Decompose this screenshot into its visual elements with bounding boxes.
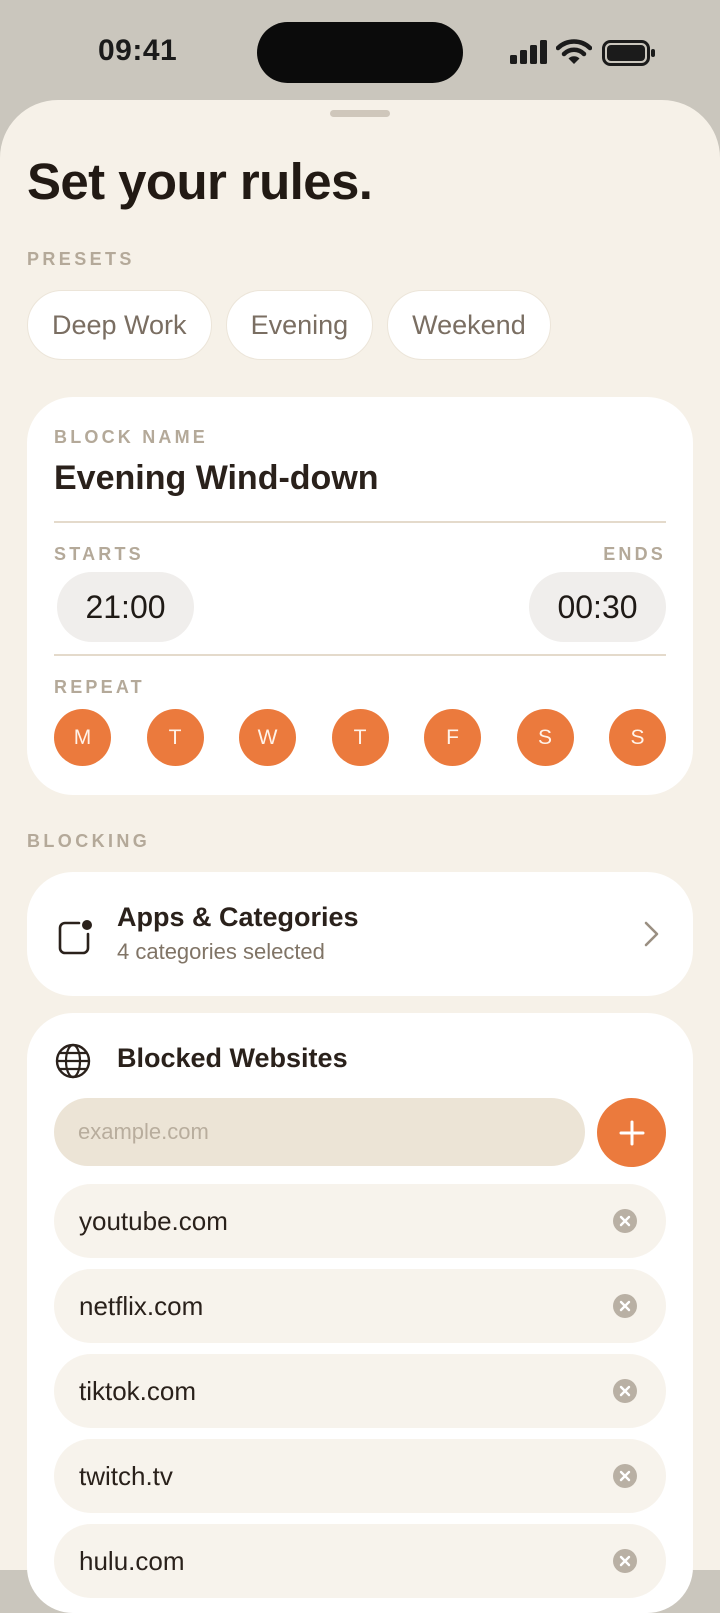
dynamic-island bbox=[257, 22, 463, 83]
globe-icon bbox=[55, 1043, 91, 1079]
website-input[interactable] bbox=[54, 1098, 585, 1166]
blocked-websites-card: Blocked Websites youtube.com netflix.com… bbox=[27, 1013, 693, 1613]
block-card: BLOCK NAME Evening Wind-down STARTS ENDS… bbox=[27, 397, 693, 795]
day-toggle-monday[interactable]: M bbox=[54, 709, 111, 766]
website-label: youtube.com bbox=[79, 1206, 228, 1236]
block-name-label: BLOCK NAME bbox=[54, 427, 208, 447]
rules-sheet: Set your rules. PRESETS Deep Work Evenin… bbox=[0, 100, 720, 1613]
website-label: netflix.com bbox=[79, 1291, 204, 1321]
blocking-label: BLOCKING bbox=[27, 831, 151, 851]
starts-label: STARTS bbox=[54, 544, 144, 564]
preset-list: Deep Work Evening Weekend bbox=[27, 290, 551, 360]
wifi-icon bbox=[556, 39, 592, 64]
blocked-websites-title: Blocked Websites bbox=[117, 1043, 348, 1073]
divider bbox=[54, 521, 666, 523]
remove-website-icon[interactable] bbox=[612, 1208, 638, 1234]
divider bbox=[54, 654, 666, 656]
remove-website-icon[interactable] bbox=[612, 1293, 638, 1319]
website-item-hulu: hulu.com bbox=[54, 1524, 666, 1598]
website-item-netflix: netflix.com bbox=[54, 1269, 666, 1343]
website-label: twitch.tv bbox=[79, 1461, 173, 1491]
page-title: Set your rules. bbox=[27, 153, 373, 210]
repeat-days: M T W T F S S bbox=[54, 709, 666, 766]
apps-title: Apps & Categories bbox=[117, 902, 359, 932]
website-label: hulu.com bbox=[79, 1546, 185, 1576]
battery-icon bbox=[602, 40, 655, 66]
apps-categories-row[interactable]: Apps & Categories 4 categories selected bbox=[27, 872, 693, 996]
website-item-tiktok: tiktok.com bbox=[54, 1354, 666, 1428]
cellular-signal-icon bbox=[510, 40, 547, 64]
website-label: tiktok.com bbox=[79, 1376, 197, 1406]
day-toggle-saturday[interactable]: S bbox=[516, 709, 574, 766]
website-item-twitch: twitch.tv bbox=[54, 1439, 666, 1513]
chevron-right-icon bbox=[644, 921, 659, 947]
day-toggle-wednesday[interactable]: W bbox=[239, 709, 296, 766]
remove-website-icon[interactable] bbox=[612, 1378, 638, 1404]
apps-subtitle: 4 categories selected bbox=[117, 939, 325, 964]
preset-evening[interactable]: Evening bbox=[225, 290, 374, 360]
end-time-picker[interactable]: 00:30 bbox=[529, 572, 666, 642]
day-toggle-tuesday[interactable]: T bbox=[146, 709, 204, 766]
start-time-picker[interactable]: 21:00 bbox=[57, 572, 194, 642]
presets-label: PRESETS bbox=[27, 249, 135, 269]
block-name-field[interactable]: Evening Wind-down bbox=[54, 459, 379, 498]
day-toggle-sunday[interactable]: S bbox=[609, 709, 666, 766]
remove-website-icon[interactable] bbox=[612, 1548, 638, 1574]
status-time: 09:41 bbox=[98, 34, 178, 67]
ends-label: ENDS bbox=[603, 544, 666, 564]
add-website-button[interactable] bbox=[597, 1098, 666, 1167]
preset-weekend[interactable]: Weekend bbox=[387, 290, 551, 360]
repeat-label: REPEAT bbox=[54, 677, 145, 697]
preset-deep-work[interactable]: Deep Work bbox=[27, 290, 212, 360]
app-badge-icon bbox=[58, 920, 92, 955]
website-item-youtube: youtube.com bbox=[54, 1184, 666, 1258]
remove-website-icon[interactable] bbox=[612, 1463, 638, 1489]
plus-icon bbox=[619, 1120, 644, 1145]
day-toggle-friday[interactable]: F bbox=[424, 709, 481, 766]
status-bar: 09:41 bbox=[0, 0, 720, 104]
day-toggle-thursday[interactable]: T bbox=[331, 709, 389, 766]
sheet-grabber[interactable] bbox=[330, 110, 390, 117]
